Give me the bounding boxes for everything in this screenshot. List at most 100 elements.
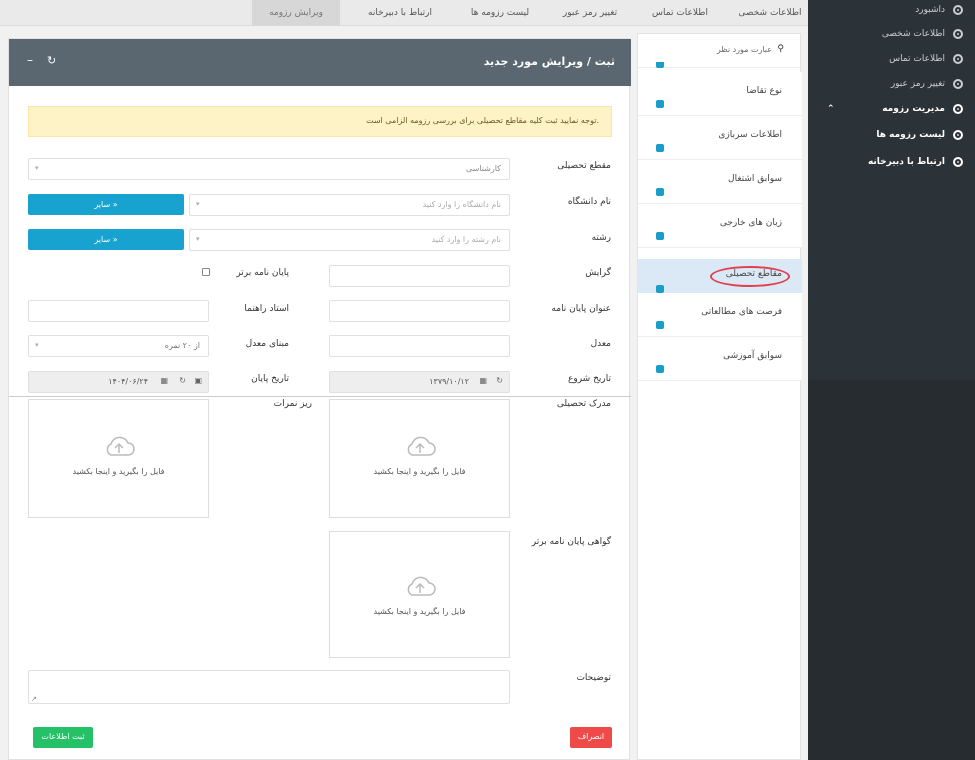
status-square-icon [656,285,664,293]
section-list-panel: عبارت مورد نظر ⚲ نوع تقاضا اطلاعات سرباز… [637,33,802,760]
sidebar-item-resume-management[interactable]: مدیریت رزومه ⌃ [813,97,963,121]
list-item-label: سوابق اشتغال [728,174,782,184]
circle-icon [953,79,963,89]
chevron-up-icon: ⌃ [827,104,835,114]
gpa-basis-select[interactable]: از ۲۰ نمره ▾ [28,335,209,357]
list-item-languages[interactable]: زبان های خارجی [638,204,802,248]
sidebar-item-resume-list[interactable]: لیست رزومه ها [813,123,963,147]
cancel-button[interactable]: انصراف [570,727,612,748]
sidebar-item-secretariat[interactable]: ارتباط با دبیرخانه [813,150,963,174]
sidebar-item-label: تغییر رمز عبور [890,79,945,89]
status-square-icon [656,144,664,152]
app-window: داشبورد اطلاعات شخصی اطلاعات تماس تغییر … [0,0,975,760]
circle-icon [953,54,963,64]
other-label: سایر [94,200,111,209]
sidebar-item-label: اطلاعات شخصی [881,29,945,39]
status-square-icon [656,365,664,373]
circle-icon [953,157,963,167]
university-label: نام دانشگاه [567,197,611,207]
panel-title: ثبت / ویرایش مورد جدید [483,55,615,68]
university-select[interactable]: نام دانشگاه را وارد کنید ▾ [189,194,510,216]
refresh-icon[interactable]: ↻ [47,54,56,67]
sidebar-item-label: مدیریت رزومه [882,104,945,114]
branch-field[interactable] [329,265,510,287]
degree-value: کارشناسی [465,164,501,173]
circle-icon [953,104,963,114]
sidebar-item-contact-info[interactable]: اطلاعات تماس [813,47,963,71]
status-square-icon [656,321,664,329]
tab-contact-info[interactable]: اطلاعات تماس [640,0,720,26]
dropzone-text: فایل را بگیرید و اینجا بکشید [72,467,165,476]
calendar-icon[interactable]: ▦ [479,376,487,385]
sidebar-item-label: ارتباط با دبیرخانه [867,157,945,167]
sidebar-item-label: داشبورد [915,5,945,15]
university-other-button[interactable]: سایر » [28,194,184,215]
start-date-field[interactable]: ۱۳۷۹/۱۰/۱۲ ▦ ↻ [329,371,510,393]
transcript-dropzone[interactable]: فایل را بگیرید و اینجا بکشید [28,399,209,518]
list-item-request-type[interactable]: نوع تقاضا [638,72,802,116]
search-placeholder: عبارت مورد نظر [716,45,772,54]
tab-secretariat[interactable]: ارتباط با دبیرخانه [345,0,455,26]
alert-message: توجه نمایید ثبت کلیه مقاطع تحصیلی برای ب… [28,106,612,137]
resize-handle-icon[interactable]: ↗ [31,695,37,703]
double-chevron-icon: » [112,235,118,244]
double-chevron-icon: » [112,200,118,209]
certificate-dropzone[interactable]: فایل را بگیرید و اینجا بکشید [329,399,510,518]
calendar-icon[interactable]: ▦ [160,376,168,385]
university-placeholder: نام دانشگاه را وارد کنید [422,200,501,209]
advisor-field[interactable] [28,300,209,322]
divider [9,396,631,397]
sidebar-item-label: اطلاعات تماس [889,54,945,64]
major-label: رشته [591,233,611,243]
tab-bar: اطلاعات شخصی اطلاعات تماس تغییر رمز عبور… [0,0,808,26]
sidebar-lower-area [808,380,975,760]
chevron-down-icon: ▾ [35,341,39,349]
top-thesis-checkbox[interactable] [202,268,210,276]
circle-icon [953,5,963,15]
submit-button[interactable]: ثبت اطلاعات [33,727,93,748]
status-square-icon [656,62,664,68]
top-thesis-cert-dropzone[interactable]: فایل را بگیرید و اینجا بکشید [329,531,510,658]
sidebar-item-dashboard[interactable]: داشبورد [813,0,963,22]
degree-label: مقطع تحصیلی [557,161,611,171]
list-item-military[interactable]: اطلاعات سربازی [638,116,802,160]
panel-header: ثبت / ویرایش مورد جدید ↻ – [9,39,631,86]
list-item-training[interactable]: سوابق آموزشی [638,337,802,381]
list-search[interactable]: عبارت مورد نظر ⚲ [638,34,802,68]
chevron-down-icon: ▾ [196,200,200,208]
minimize-icon[interactable]: – [27,53,33,67]
thesis-title-label: عنوان پایان نامه [551,304,611,314]
top-thesis-cert-label: گواهی پایان نامه برتر [531,537,611,547]
list-item-label: فرصت های مطالعاتی [701,307,782,317]
list-item-employment[interactable]: سوابق اشتغال [638,160,802,204]
end-date-value: ۱۴۰۴/۰۶/۲۴ [108,377,148,386]
other-label: سایر [94,235,111,244]
sidebar-item-change-password[interactable]: تغییر رمز عبور [813,72,963,96]
list-item-label: زبان های خارجی [719,218,782,228]
start-date-value: ۱۳۷۹/۱۰/۱۲ [429,377,469,386]
degree-select[interactable]: کارشناسی ▾ [28,158,510,180]
branch-label: گرایش [585,268,611,278]
end-date-label: تاریخ پایان [251,374,289,384]
list-item-sabbatical[interactable]: فرصت های مطالعاتی [638,293,802,337]
trash-icon[interactable]: ▣ [194,376,202,385]
gpa-field[interactable] [329,335,510,357]
tab-personal-info[interactable]: اطلاعات شخصی [732,0,808,26]
notes-label: توضیحات [576,673,611,683]
sidebar-item-label: لیست رزومه ها [876,130,945,140]
refresh-icon[interactable]: ↻ [179,376,186,385]
thesis-title-field[interactable] [329,300,510,322]
status-square-icon [656,232,664,240]
notes-textarea[interactable]: ↗ [28,670,510,704]
major-select[interactable]: نام رشته را وارد کنید ▾ [189,229,510,251]
circle-icon [953,130,963,140]
tab-resume-list[interactable]: لیست رزومه ها [455,0,545,26]
tab-change-password[interactable]: تغییر رمز عبور [545,0,635,26]
list-item-label: اطلاعات سربازی [718,130,782,140]
end-date-field[interactable]: ۱۴۰۴/۰۶/۲۴ ▦ ↻ ▣ [28,371,209,393]
major-other-button[interactable]: سایر » [28,229,184,250]
search-icon: ⚲ [777,44,784,54]
tab-edit-resume[interactable]: ویرایش رزومه [252,0,340,26]
sidebar-item-personal-info[interactable]: اطلاعات شخصی [813,22,963,46]
refresh-icon[interactable]: ↻ [496,376,503,385]
